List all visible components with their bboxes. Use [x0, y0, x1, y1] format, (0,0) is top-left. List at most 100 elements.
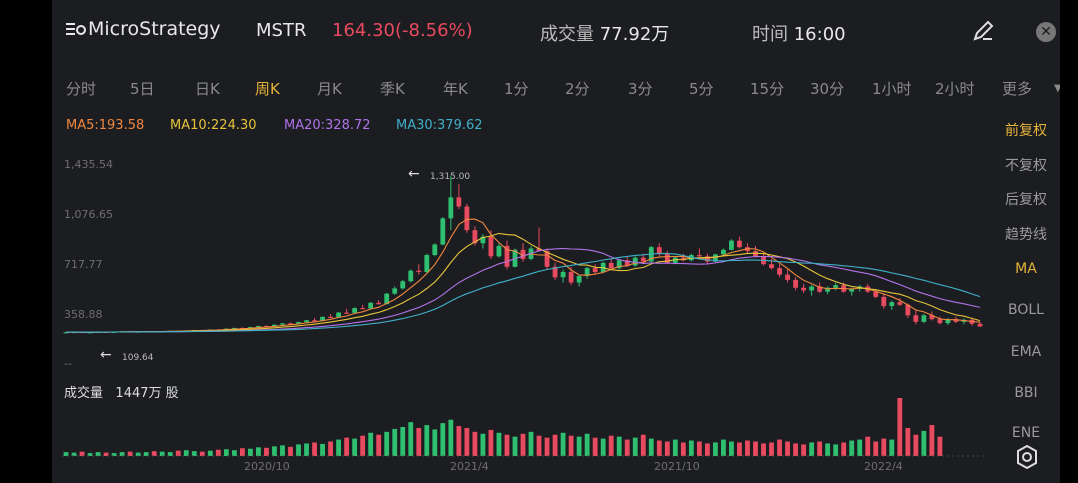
candle-body [696, 255, 702, 257]
volume-bar [520, 433, 526, 456]
candle-body [769, 264, 774, 269]
volume-bar [592, 437, 598, 456]
indicator-option[interactable]: 不复权 [992, 155, 1060, 175]
volume-bar [704, 443, 710, 456]
volume-bar [849, 440, 855, 456]
volume-bar [344, 437, 350, 456]
volume-bar [352, 438, 358, 456]
indicator-option[interactable]: 前复权 [992, 120, 1060, 140]
indicator-option[interactable]: 趋势线 [992, 224, 1060, 244]
chevron-down-icon[interactable]: ▼ [1054, 83, 1060, 94]
indicator-option[interactable]: EMA [992, 344, 1060, 360]
volume-bar [921, 430, 927, 456]
ma-line [65, 252, 981, 333]
volume-bar [336, 439, 342, 456]
volume-bar [191, 451, 197, 456]
candle-body [464, 206, 470, 231]
volume-bar [721, 439, 726, 456]
candle-body [640, 257, 646, 262]
volume-bar [143, 452, 149, 456]
settings-icon[interactable] [1014, 444, 1040, 470]
volume-bar [280, 445, 285, 456]
volume-bar [248, 448, 253, 456]
volume-bar [656, 440, 662, 456]
candle-body [432, 244, 438, 256]
candle-body [592, 268, 598, 273]
volume-bar [464, 427, 470, 456]
candle-body [785, 274, 790, 280]
candle-body [737, 240, 742, 248]
volume-bar [624, 439, 630, 456]
candle-body [801, 287, 807, 291]
volume-bar [897, 398, 903, 456]
volume-bar [713, 442, 718, 456]
candle-body [729, 240, 734, 250]
volume-bar [857, 439, 863, 456]
volume-bar [793, 443, 798, 456]
indicator-option[interactable]: BBI [992, 385, 1060, 401]
volume-bar [841, 442, 847, 456]
candle-body [913, 315, 919, 322]
candle-body [352, 308, 358, 313]
volume-bar [472, 431, 478, 456]
volume-bar [664, 441, 670, 456]
app-root: MicroStrategy MSTR 164.30(-8.56%) 成交量 77… [0, 0, 1078, 483]
candle-body [304, 320, 309, 323]
volume-bar [873, 441, 879, 456]
volume-bar [127, 451, 133, 456]
volume-bar [576, 436, 582, 456]
candle-body [721, 249, 726, 255]
candle-body [560, 272, 566, 278]
candle-body [456, 197, 462, 207]
close-icon[interactable]: ✕ [1036, 22, 1056, 42]
volume-bar [680, 442, 686, 456]
volume-bar [737, 442, 742, 456]
candle-body [360, 308, 366, 310]
indicator-option[interactable]: ENE [992, 425, 1060, 441]
volume-bar [400, 427, 406, 456]
indicator-option[interactable]: 后复权 [992, 189, 1060, 209]
volume-bar [753, 441, 758, 456]
candle-body [504, 245, 510, 267]
volume-bar [288, 446, 293, 456]
volume-bar [264, 447, 269, 456]
volume-bar [272, 446, 277, 456]
volume-bar [159, 451, 165, 456]
candle-body [392, 288, 398, 294]
volume-bar [167, 452, 173, 456]
volume-bar [865, 436, 871, 456]
volume-bar [616, 436, 622, 456]
volume-bar [239, 448, 245, 456]
volume-bar [408, 422, 414, 456]
volume-bar [256, 447, 261, 456]
candlestick-chart[interactable] [52, 0, 992, 483]
volume-bar [761, 443, 766, 456]
indicator-option[interactable]: BOLL [992, 302, 1060, 318]
candle-body [897, 302, 903, 305]
volume-bar [672, 439, 678, 456]
volume-bar [688, 440, 694, 456]
volume-bar [392, 428, 398, 456]
volume-bar [63, 452, 69, 456]
candle-body [344, 312, 350, 314]
volume-bar [817, 441, 823, 456]
volume-bar [199, 451, 205, 456]
candle-body [608, 262, 614, 269]
volume-bar [183, 450, 189, 456]
candle-body [889, 302, 895, 307]
volume-bar [833, 444, 839, 456]
volume-bar [560, 432, 566, 456]
volume-bar [328, 441, 333, 456]
tab-15[interactable]: 更多 [1002, 78, 1032, 99]
candle-body [376, 302, 382, 305]
volume-bar [215, 449, 221, 456]
candle-body [833, 285, 839, 288]
volume-bar [223, 449, 229, 456]
indicator-option[interactable]: MA [992, 261, 1060, 277]
volume-bar [801, 444, 807, 456]
volume-bar [769, 442, 774, 456]
candle-body [416, 270, 422, 273]
volume-bar [640, 434, 646, 456]
volume-bar [504, 434, 510, 456]
volume-bar [376, 434, 382, 456]
